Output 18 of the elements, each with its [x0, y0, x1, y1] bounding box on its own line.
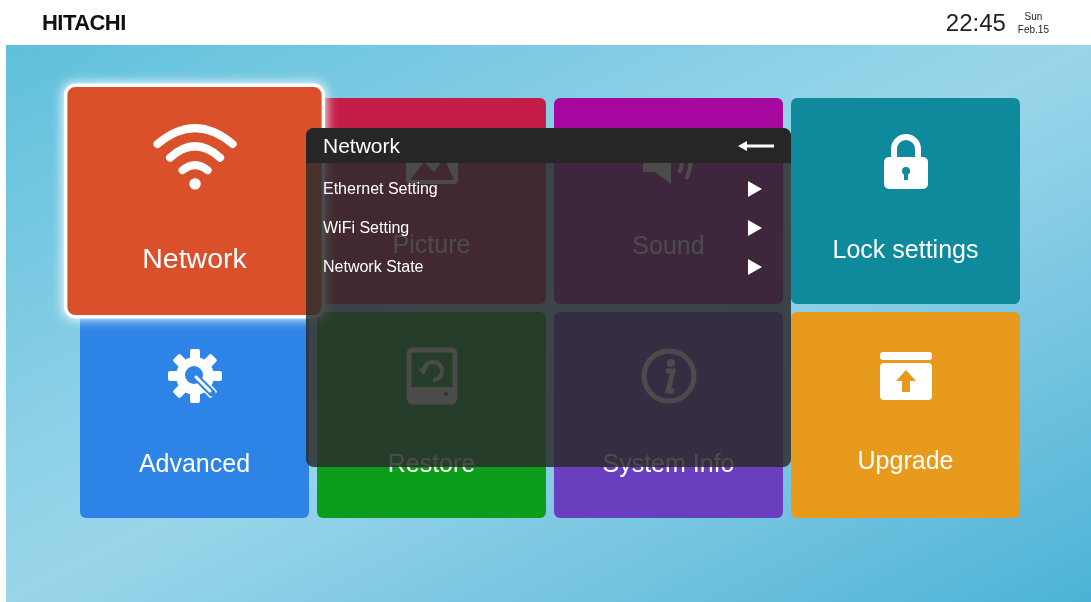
wifi-icon [151, 121, 238, 193]
triangle-arrow-icon [748, 181, 762, 197]
triangle-arrow-icon [748, 259, 762, 275]
popup-menu-item[interactable]: Network State [323, 255, 424, 279]
popup-menu-item[interactable]: WiFi Setting [323, 216, 410, 240]
popup-title: Network [323, 132, 401, 159]
date-label: Feb.15 [1017, 22, 1049, 36]
menu-tile[interactable]: Upgrade [791, 312, 1020, 518]
menu-tile[interactable]: Lock settings [791, 98, 1020, 304]
brand-logo: HITACHI [42, 9, 126, 37]
popup-menu-item[interactable]: Ethernet Setting [323, 177, 438, 201]
gear-wrench-icon [165, 347, 224, 406]
back-arrow-icon[interactable] [738, 140, 774, 151]
padlock-icon [881, 133, 930, 192]
clock-time: 22:45 [945, 7, 1006, 38]
day-label: Sun [1024, 9, 1043, 23]
triangle-arrow-icon [748, 220, 762, 236]
upload-box-icon [877, 350, 934, 403]
